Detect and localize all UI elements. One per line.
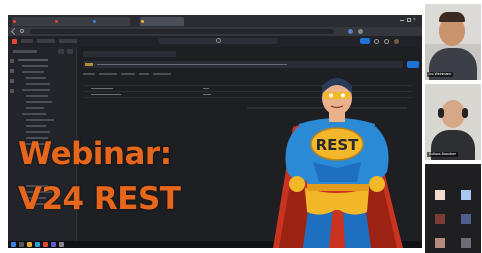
tab-headers[interactable]	[121, 73, 135, 75]
participant-tile[interactable]	[435, 190, 445, 200]
import-button[interactable]	[67, 49, 73, 54]
address-input[interactable]	[30, 29, 334, 34]
sidebar-item[interactable]	[18, 59, 48, 61]
headphones-icon	[438, 108, 444, 118]
sidebar-item[interactable]	[22, 71, 44, 73]
title-line-1: Webinar:	[18, 136, 172, 172]
invite-button[interactable]	[360, 38, 370, 44]
explorer-icon[interactable]	[27, 242, 32, 247]
bell-icon[interactable]	[384, 39, 389, 44]
participant-tile[interactable]	[461, 190, 471, 200]
address-bar-row	[8, 27, 422, 36]
participant-grid	[425, 164, 481, 253]
chest-text: REST	[316, 136, 360, 154]
search-icon[interactable]	[19, 242, 24, 247]
browser-tab[interactable]	[54, 17, 92, 26]
participants-panel: Ivo Weinmann Kotlaus Brandner	[424, 0, 482, 253]
tab-authorization[interactable]	[99, 73, 117, 75]
nav-workspaces[interactable]	[37, 39, 55, 43]
sidebar-item[interactable]	[26, 101, 52, 103]
environments-icon[interactable]	[10, 69, 14, 73]
gear-icon[interactable]	[374, 39, 379, 44]
app-icon[interactable]	[43, 242, 48, 247]
participant-tile[interactable]	[435, 238, 445, 248]
profile-icon[interactable]	[348, 29, 353, 34]
nav-home[interactable]	[21, 39, 33, 43]
participant-video[interactable]: Kotlaus Brandner	[425, 84, 481, 160]
browser-tab[interactable]	[92, 17, 130, 26]
start-icon[interactable]	[11, 242, 16, 247]
avatar[interactable]	[394, 39, 399, 44]
tab-params[interactable]	[83, 73, 95, 75]
reload-icon[interactable]	[20, 29, 24, 33]
participant-tile[interactable]	[461, 238, 471, 248]
rest-superhero-illustration: REST	[273, 78, 403, 248]
app-logo	[12, 39, 17, 44]
terminal-icon[interactable]	[59, 242, 64, 247]
sidebar-item[interactable]	[26, 95, 48, 97]
request-tab[interactable]	[83, 51, 176, 57]
send-button[interactable]	[407, 61, 419, 68]
collections-icon[interactable]	[10, 59, 14, 63]
history-icon[interactable]	[10, 79, 14, 83]
sidebar-item[interactable]	[26, 83, 50, 85]
webinar-title: Webinar: V24 REST	[18, 132, 238, 222]
participant-video[interactable]: Ivo Weinmann	[425, 4, 481, 80]
request-url-bar[interactable]	[83, 61, 403, 68]
sidebar-item[interactable]	[22, 65, 48, 67]
tab-body[interactable]	[139, 73, 149, 75]
participant-tile[interactable]	[435, 214, 445, 224]
method-select[interactable]	[85, 63, 93, 66]
url-input[interactable]	[97, 64, 287, 65]
participant-name: Ivo Weinmann	[427, 72, 454, 77]
browser-tab[interactable]	[12, 17, 54, 26]
close-icon[interactable]: ×	[413, 18, 416, 23]
sidebar-item[interactable]	[22, 89, 50, 91]
participant-tile[interactable]	[461, 214, 471, 224]
title-line-2: V24 REST	[18, 181, 181, 217]
nav-api-network[interactable]	[59, 39, 77, 43]
sidebar-item[interactable]	[26, 107, 44, 109]
browser-tab-bar: ×	[8, 15, 422, 27]
edge-icon[interactable]	[35, 242, 40, 247]
participant-name: Kotlaus Brandner	[427, 152, 459, 157]
left-glove	[289, 176, 305, 192]
participant-hair	[439, 12, 465, 22]
tab-scripts[interactable]	[153, 73, 171, 75]
window-controls[interactable]: ×	[400, 18, 418, 23]
search-input[interactable]	[158, 38, 278, 44]
sidebar-item[interactable]	[26, 125, 46, 127]
sidebar-item[interactable]	[26, 119, 54, 121]
extension-icon[interactable]	[358, 29, 363, 34]
apis-icon[interactable]	[10, 89, 14, 93]
teams-icon[interactable]	[51, 242, 56, 247]
sidebar-item[interactable]	[26, 77, 46, 79]
mask	[323, 92, 351, 99]
sidebar-item[interactable]	[22, 113, 46, 115]
browser-tab-active[interactable]	[140, 17, 184, 26]
right-glove	[369, 176, 385, 192]
new-button[interactable]	[58, 49, 64, 54]
sidebar-title	[13, 50, 37, 53]
search-icon	[215, 38, 221, 43]
sidebar-icon-rail	[10, 59, 15, 119]
back-icon[interactable]	[10, 27, 19, 36]
